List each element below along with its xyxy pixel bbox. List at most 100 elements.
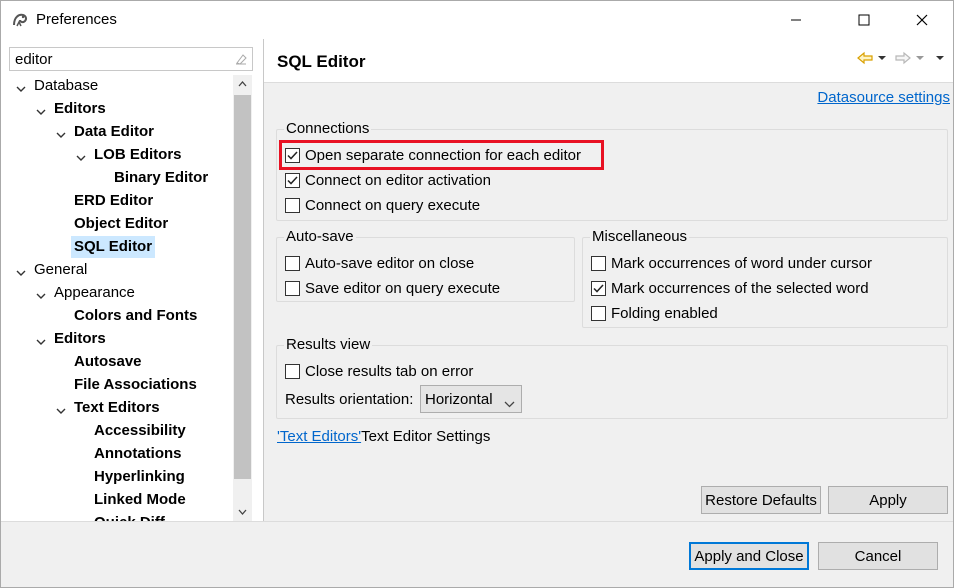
page-navigation (857, 49, 945, 67)
results-orientation-label: Results orientation: (285, 391, 414, 408)
mark-selected-word-checkbox[interactable]: Mark occurrences of the selected word (591, 277, 869, 299)
tree-item[interactable]: File Associations (1, 374, 233, 396)
tree-item-label: ERD Editor (74, 192, 154, 209)
apply-and-close-button[interactable]: Apply and Close (689, 542, 809, 570)
text-editors-suffix: Text Editor Settings (361, 428, 491, 445)
tree-item[interactable]: Autosave (1, 351, 233, 373)
connect-on-query-checkbox[interactable]: Connect on query execute (285, 194, 480, 216)
tree-item[interactable]: Editors (1, 98, 233, 120)
apply-label: Apply (869, 491, 907, 509)
close-button[interactable] (899, 1, 945, 39)
tree-item-label: Editors (54, 100, 106, 117)
tree-item[interactable]: Object Editor (1, 213, 233, 235)
chevron-down-icon[interactable] (75, 149, 87, 161)
chevron-down-icon (504, 395, 515, 412)
tree-item[interactable]: Annotations (1, 443, 233, 465)
tree-scrollbar[interactable] (233, 75, 252, 521)
chevron-down-icon[interactable] (35, 333, 47, 345)
tree-item-label: Editors (54, 330, 106, 347)
tree-item[interactable]: LOB Editors (1, 144, 233, 166)
chevron-down-icon[interactable] (35, 287, 47, 299)
tree-item[interactable]: General (1, 259, 233, 281)
chevron-down-icon[interactable] (15, 264, 27, 276)
tree-item[interactable]: Editors (1, 328, 233, 350)
checkbox-label: Connect on editor activation (305, 171, 491, 189)
tree-item[interactable]: Binary Editor (1, 167, 233, 189)
maximize-button[interactable] (841, 1, 887, 39)
tree-item-label: Quick Diff (94, 512, 165, 521)
view-menu-icon[interactable] (935, 55, 945, 61)
minimize-button[interactable] (773, 1, 819, 39)
tree-item[interactable]: Appearance (1, 282, 233, 304)
checkbox-label: Mark occurrences of word under cursor (611, 254, 872, 272)
tree-item[interactable]: Quick Diff (1, 512, 233, 521)
restore-defaults-label: Restore Defaults (705, 491, 817, 509)
tree-item-label: SQL Editor (71, 236, 156, 258)
results-view-title: Results view (284, 336, 373, 353)
checkbox-label: Save editor on query execute (305, 279, 501, 297)
tree-item-label: Colors and Fonts (74, 307, 198, 324)
mark-word-under-cursor-checkbox[interactable]: Mark occurrences of word under cursor (591, 252, 872, 274)
checkbox-unchecked-icon[interactable] (285, 363, 300, 379)
datasource-settings-link[interactable]: Datasource settings (817, 89, 950, 106)
tree-item[interactable]: Colors and Fonts (1, 305, 233, 327)
tree-item[interactable]: Data Editor (1, 121, 233, 143)
tree-item[interactable]: Linked Mode (1, 489, 233, 511)
checkbox-checked-icon[interactable] (285, 172, 300, 188)
chevron-down-icon[interactable] (35, 103, 47, 115)
close-results-tab-checkbox[interactable]: Close results tab on error (285, 360, 473, 382)
filter-input[interactable]: editor (9, 47, 253, 71)
tree-item[interactable]: ERD Editor (1, 190, 233, 212)
checkbox-label: Connect on query execute (305, 196, 481, 214)
checkbox-unchecked-icon[interactable] (591, 305, 606, 321)
filter-value: editor (15, 51, 53, 68)
forward-menu-icon[interactable] (915, 55, 925, 61)
chevron-down-icon[interactable] (55, 126, 67, 138)
scroll-up-icon[interactable] (233, 75, 252, 93)
forward-arrow-icon[interactable] (895, 51, 911, 65)
checkbox-label: Close results tab on error (305, 362, 474, 380)
save-on-query-checkbox[interactable]: Save editor on query execute (285, 277, 500, 299)
autosave-title: Auto-save (284, 228, 356, 245)
scroll-down-icon[interactable] (233, 503, 252, 521)
tree-item-label: Data Editor (74, 123, 155, 140)
tree-item-label: Binary Editor (114, 169, 209, 186)
tree-item-label: Object Editor (74, 215, 169, 232)
clear-filter-icon[interactable] (234, 52, 248, 66)
checkbox-label: Auto-save editor on close (305, 254, 475, 272)
text-editors-line: 'Text Editors'Text Editor Settings (277, 428, 490, 445)
window-title: Preferences (36, 11, 117, 28)
tree-item[interactable]: Text Editors (1, 397, 233, 419)
app-logo-icon (11, 11, 29, 29)
chevron-down-icon[interactable] (55, 402, 67, 414)
tree-item[interactable]: SQL Editor (1, 236, 233, 258)
tree-item-label: Hyperlinking (94, 468, 185, 485)
checkbox-unchecked-icon[interactable] (591, 255, 606, 271)
cancel-button[interactable]: Cancel (818, 542, 938, 570)
tree-item-label: Appearance (54, 284, 135, 301)
connect-on-activation-checkbox[interactable]: Connect on editor activation (285, 169, 491, 191)
tree-item[interactable]: Hyperlinking (1, 466, 233, 488)
apply-button[interactable]: Apply (828, 486, 948, 514)
restore-defaults-button[interactable]: Restore Defaults (701, 486, 821, 514)
miscellaneous-title: Miscellaneous (590, 228, 690, 245)
autosave-on-close-checkbox[interactable]: Auto-save editor on close (285, 252, 474, 274)
checkbox-unchecked-icon[interactable] (285, 197, 300, 213)
tree-item[interactable]: Accessibility (1, 420, 233, 442)
back-menu-icon[interactable] (877, 55, 887, 61)
folding-enabled-checkbox[interactable]: Folding enabled (591, 302, 718, 324)
tree-item-label: Accessibility (94, 422, 186, 439)
text-editors-link[interactable]: 'Text Editors' (277, 428, 361, 445)
checkbox-unchecked-icon[interactable] (285, 280, 300, 296)
select-value: Horizontal (425, 390, 493, 408)
scrollbar-thumb[interactable] (234, 95, 251, 479)
results-orientation-select[interactable]: Horizontal (420, 385, 522, 413)
preference-navigation: editor Database Editors Data Editor LOB Edi… (1, 39, 263, 521)
checkbox-checked-icon[interactable] (591, 280, 606, 296)
cancel-label: Cancel (854, 547, 902, 565)
back-arrow-icon[interactable] (857, 51, 873, 65)
chevron-down-icon[interactable] (15, 80, 27, 92)
checkbox-unchecked-icon[interactable] (285, 255, 300, 271)
preferences-window: Preferences editor Database Editors Data E… (0, 0, 954, 588)
tree-item[interactable]: Database (1, 75, 233, 97)
